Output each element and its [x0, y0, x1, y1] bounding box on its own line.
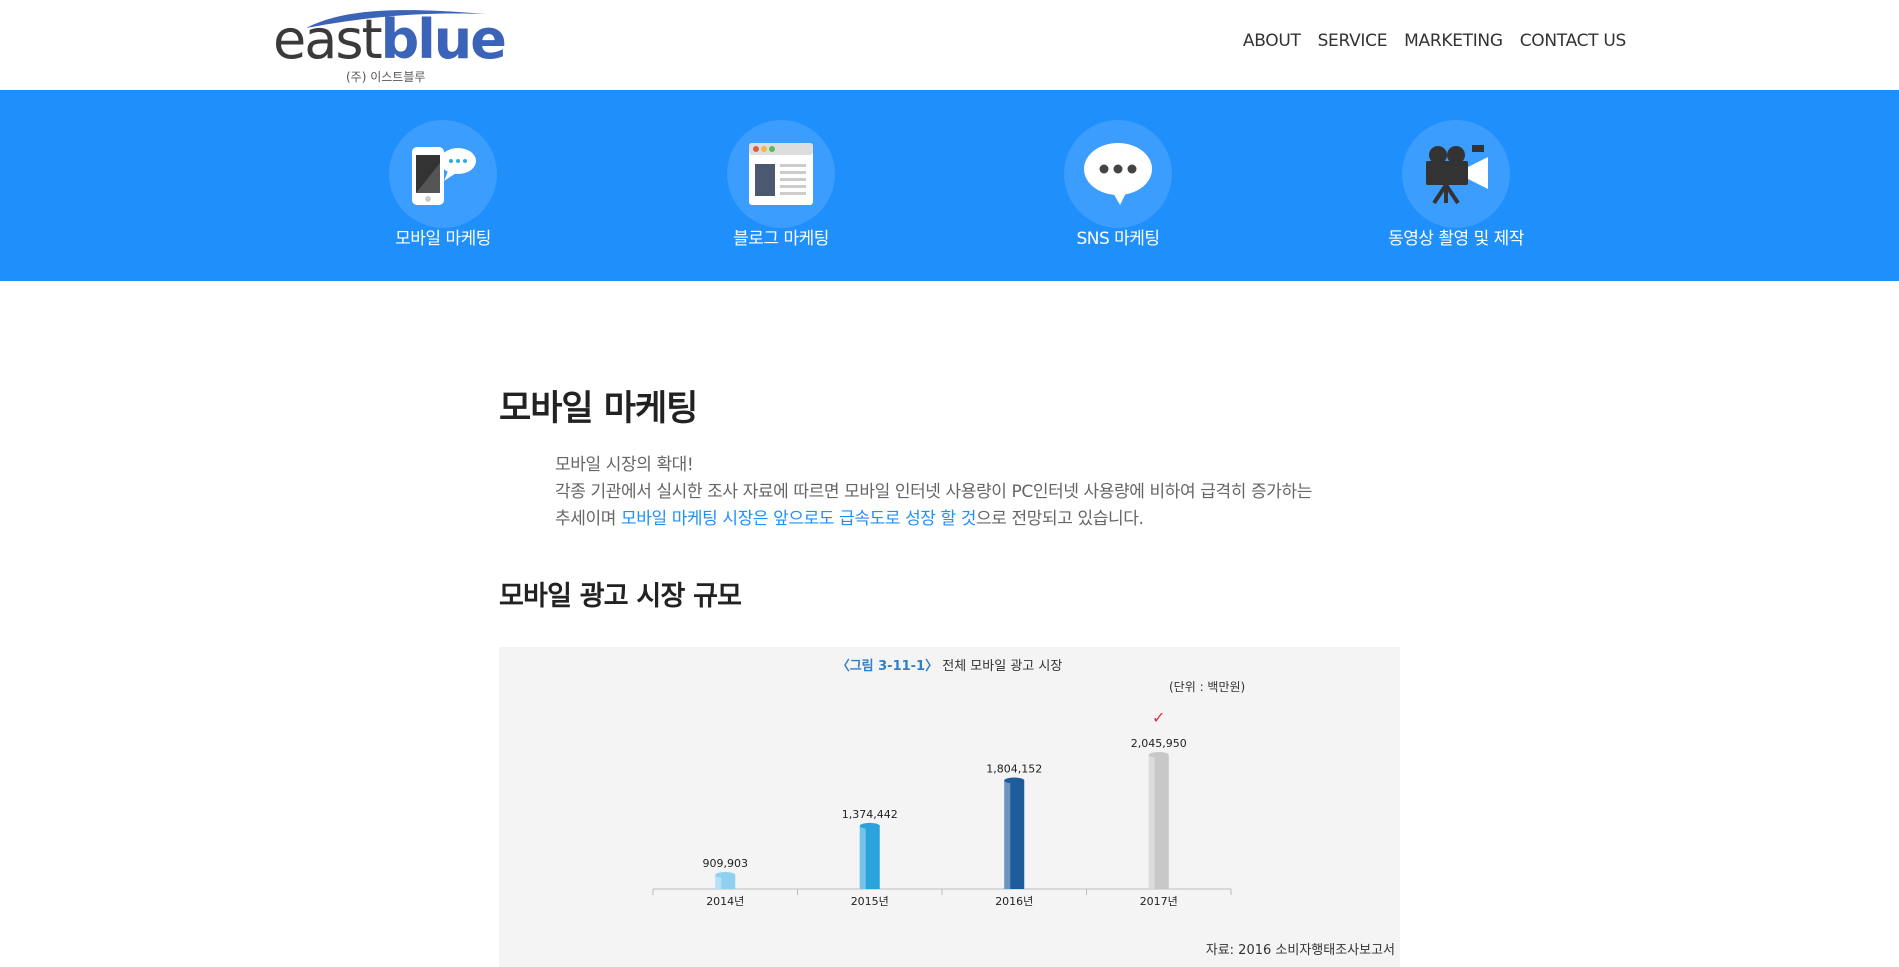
- site-header: eastblue (주) 이스트블루 ABOUT SERVICE MARKETI…: [0, 0, 1899, 90]
- chart-bar: [715, 872, 736, 889]
- mobile-chat-icon: [412, 147, 476, 205]
- logo-company-name: (주) 이스트블루: [346, 70, 426, 84]
- mobile-ad-market-chart: 〈그림 3-11-1〉 전체 모바일 광고 시장 (단위 : 백만원) 909,…: [499, 647, 1400, 967]
- chart-bar: [859, 822, 880, 889]
- nav-contact-us[interactable]: CONTACT US: [1520, 31, 1627, 51]
- chart-checkmark-icon: ✓: [1152, 708, 1165, 727]
- chart-category-label: 2015년: [851, 895, 889, 908]
- logo-blue-text: blue: [380, 8, 507, 71]
- page-title: 모바일 마케팅: [499, 389, 698, 429]
- chart-category-label: 2017년: [1140, 895, 1178, 908]
- chart-data-label: 2,045,950: [1131, 737, 1187, 750]
- intro-line: 각종 기관에서 실시한 조사 자료에 따르면 모바일 인터넷 사용량이 PC인터…: [555, 482, 1312, 502]
- nav-marketing[interactable]: MARKETING: [1404, 31, 1503, 51]
- chart-source: 자료: 2016 소비자행태조사보고서: [1205, 943, 1395, 958]
- video-camera-icon: [1426, 145, 1488, 205]
- chart-data-label: 1,804,152: [986, 763, 1042, 776]
- chart-bar-highlight: [859, 825, 866, 889]
- chart-data-label: 909,903: [703, 857, 749, 870]
- service-band: 모바일 마케팅 블로그 마케팅 SNS 마케팅 동영상 촬영 및 제작: [0, 90, 1899, 281]
- chart-data-label: 1,374,442: [842, 808, 898, 821]
- chart-bar-highlight: [1004, 780, 1011, 889]
- logo-wordmark: eastblue: [273, 8, 507, 71]
- chart-category-label: 2016년: [995, 895, 1033, 908]
- service-icon-circle: [389, 120, 497, 228]
- chart-bar-highlight: [1148, 755, 1155, 889]
- service-icon-circle: [1402, 120, 1510, 228]
- chart-bar: [1148, 752, 1169, 889]
- chart-bar: [1004, 777, 1025, 889]
- chart-bar-cap: [859, 822, 880, 829]
- intro-paragraph: 모바일 시장의 확대! 각종 기관에서 실시한 조사 자료에 따르면 모바일 인…: [555, 452, 1385, 533]
- service-icon-circle: [727, 120, 835, 228]
- chart-bar-cap: [1004, 777, 1025, 784]
- service-video-production[interactable]: 동영상 촬영 및 제작: [1366, 120, 1546, 249]
- nav-service[interactable]: SERVICE: [1318, 31, 1388, 51]
- nav-about[interactable]: ABOUT: [1243, 31, 1301, 51]
- chart-bar-cap: [715, 872, 736, 878]
- service-mobile-marketing[interactable]: 모바일 마케팅: [353, 120, 533, 249]
- intro-text: 추세이며: [555, 509, 621, 529]
- intro-highlight: 모바일 마케팅 시장은 앞으로도 급속도로 성장 할 것: [620, 509, 977, 529]
- eastblue-logo[interactable]: eastblue (주) 이스트블루: [273, 4, 507, 86]
- intro-text: 으로 전망되고 있습니다.: [976, 509, 1144, 529]
- top-navigation: ABOUT SERVICE MARKETING CONTACT US: [1243, 31, 1626, 51]
- service-blog-marketing[interactable]: 블로그 마케팅: [691, 120, 871, 249]
- section-title: 모바일 광고 시장 규모: [499, 581, 742, 612]
- chart-plot: 909,903 2014년 1,374,442 2015년 1,804,152 2016년…: [652, 708, 1232, 908]
- chart-category-label: 2014년: [706, 895, 744, 908]
- logo-east-text: east: [273, 8, 383, 71]
- service-sns-marketing[interactable]: SNS 마케팅: [1028, 120, 1208, 249]
- intro-line: 모바일 시장의 확대!: [555, 455, 694, 475]
- blog-page-icon: [749, 143, 813, 205]
- intro-line: 추세이며 모바일 마케팅 시장은 앞으로도 급속도로 성장 할 것으로 전망되고…: [555, 506, 1385, 533]
- chart-bar-cap: [1148, 752, 1169, 758]
- speech-bubble-icon: [1084, 143, 1152, 205]
- service-icon-circle: [1064, 120, 1172, 228]
- main-content: 모바일 마케팅 모바일 시장의 확대! 각종 기관에서 실시한 조사 자료에 따…: [499, 380, 1399, 612]
